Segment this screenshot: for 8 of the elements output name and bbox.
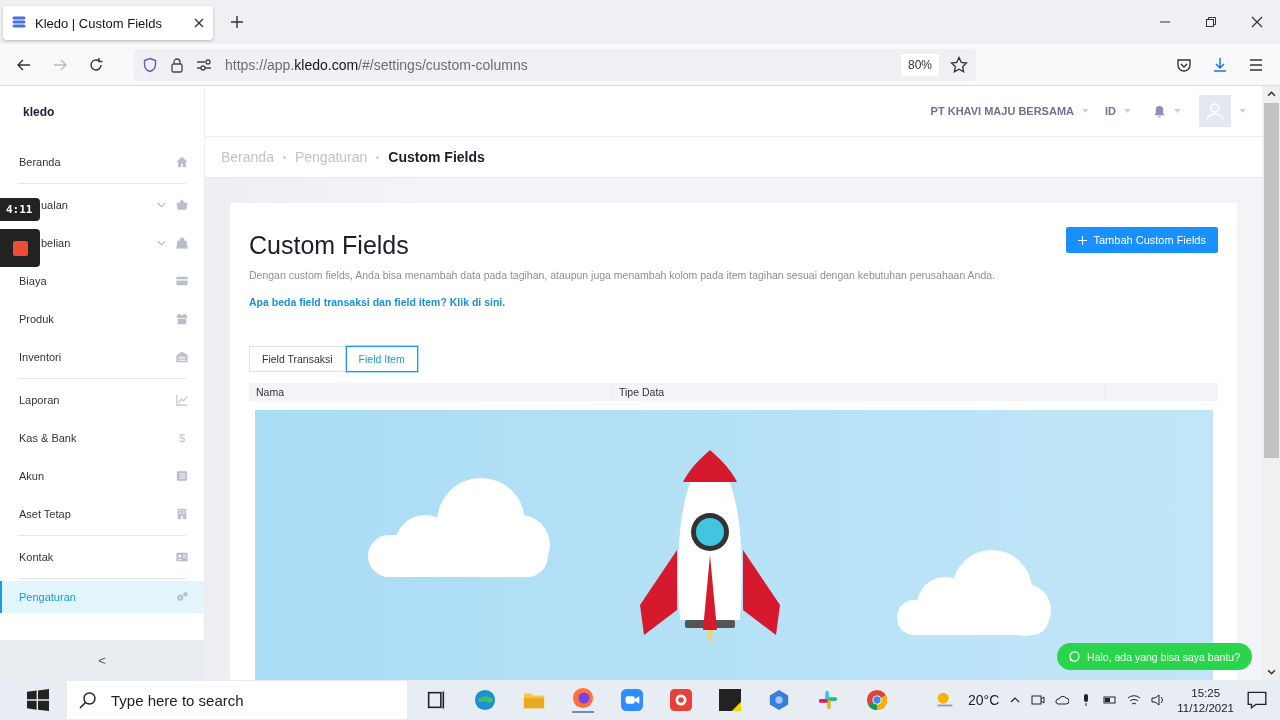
tab-title: Kledo | Custom Fields xyxy=(35,15,163,31)
description: Dengan custom fields, Anda bisa menambah data pada tagihan, ataupun juga menambah kolom pada item tagihan sesuai dengan kebutuhan perusahaan Anda. xyxy=(249,269,997,281)
dollar-icon: $ xyxy=(176,432,188,444)
column-header: Tipe Data xyxy=(611,386,1105,398)
card-title: Custom Fields xyxy=(249,231,409,260)
recording-timer-toast: 4:11 xyxy=(0,198,40,221)
column-header: Nama xyxy=(255,386,285,398)
page-title: Custom Fields xyxy=(388,149,485,165)
